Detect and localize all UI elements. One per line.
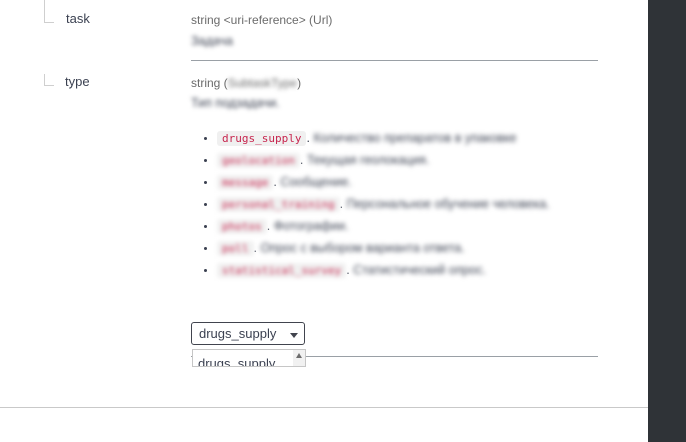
enum-description: Персональное обучение человека. [346, 197, 550, 211]
enum-list: drugs_supply. Количество препаратов в уп… [191, 130, 577, 284]
tree-connector [44, 0, 45, 22]
list-item: photos. Фотографии. [217, 218, 577, 235]
enum-code: poll [217, 241, 254, 256]
type-schema-link[interactable]: SubtaskType [228, 76, 297, 90]
enum-code: photos [217, 219, 267, 234]
description-text: Тип подзадачи. [191, 96, 280, 110]
property-separator [191, 60, 598, 61]
type-prefix: string ( [191, 76, 228, 90]
list-item: geolocation. Текущая геолокация. [217, 152, 577, 169]
property-name-type: type [65, 74, 90, 89]
list-item: poll. Опрос с выбором варианта ответа. [217, 240, 577, 257]
tree-connector-cap [44, 22, 54, 23]
right-sidebar-panel [648, 0, 686, 442]
select-value: drugs_supply [199, 326, 277, 341]
scroll-up-arrow-icon[interactable] [296, 353, 302, 358]
enum-code: personal_training [217, 197, 340, 212]
list-item: personal_training. Персональное обучение… [217, 196, 577, 213]
enum-code: geolocation [217, 153, 300, 168]
enum-code: statistical_survey [217, 263, 347, 278]
enum-description: Статистический опрос. [353, 263, 487, 277]
enum-description: Опрос с выбором варианта ответа. [260, 241, 465, 255]
type-suffix: ) [297, 76, 302, 90]
enum-description: Текущая геолокация. [306, 153, 430, 167]
list-item: drugs_supply. Количество препаратов в уп… [217, 130, 577, 147]
enum-description: Фотографии. [273, 219, 349, 233]
enum-code: message [217, 175, 274, 190]
enum-description: Количество препаратов в упаковке [313, 131, 517, 145]
caret-down-icon [290, 333, 298, 338]
listbox-option[interactable]: drugs_supply [198, 356, 275, 366]
enum-description: Сообщение. [280, 175, 352, 189]
property-description-task: Задача [191, 34, 233, 48]
list-item: message. Сообщение. [217, 174, 577, 191]
tree-connector-cap [44, 85, 54, 86]
page-background [0, 367, 648, 407]
tree-connector [44, 74, 45, 85]
bottom-divider [0, 407, 648, 408]
list-item: statistical_survey. Статистический опрос… [217, 262, 577, 279]
property-type-type: string (SubtaskType) [191, 76, 301, 90]
property-name-task: task [66, 11, 90, 26]
type-select[interactable]: drugs_supply [191, 322, 305, 345]
enum-code: drugs_supply [217, 131, 307, 146]
property-type-task: string <uri-reference> (Url) [191, 13, 333, 27]
property-description-type: Тип подзадачи. [191, 96, 280, 110]
type-listbox[interactable]: drugs_supply [192, 349, 306, 367]
